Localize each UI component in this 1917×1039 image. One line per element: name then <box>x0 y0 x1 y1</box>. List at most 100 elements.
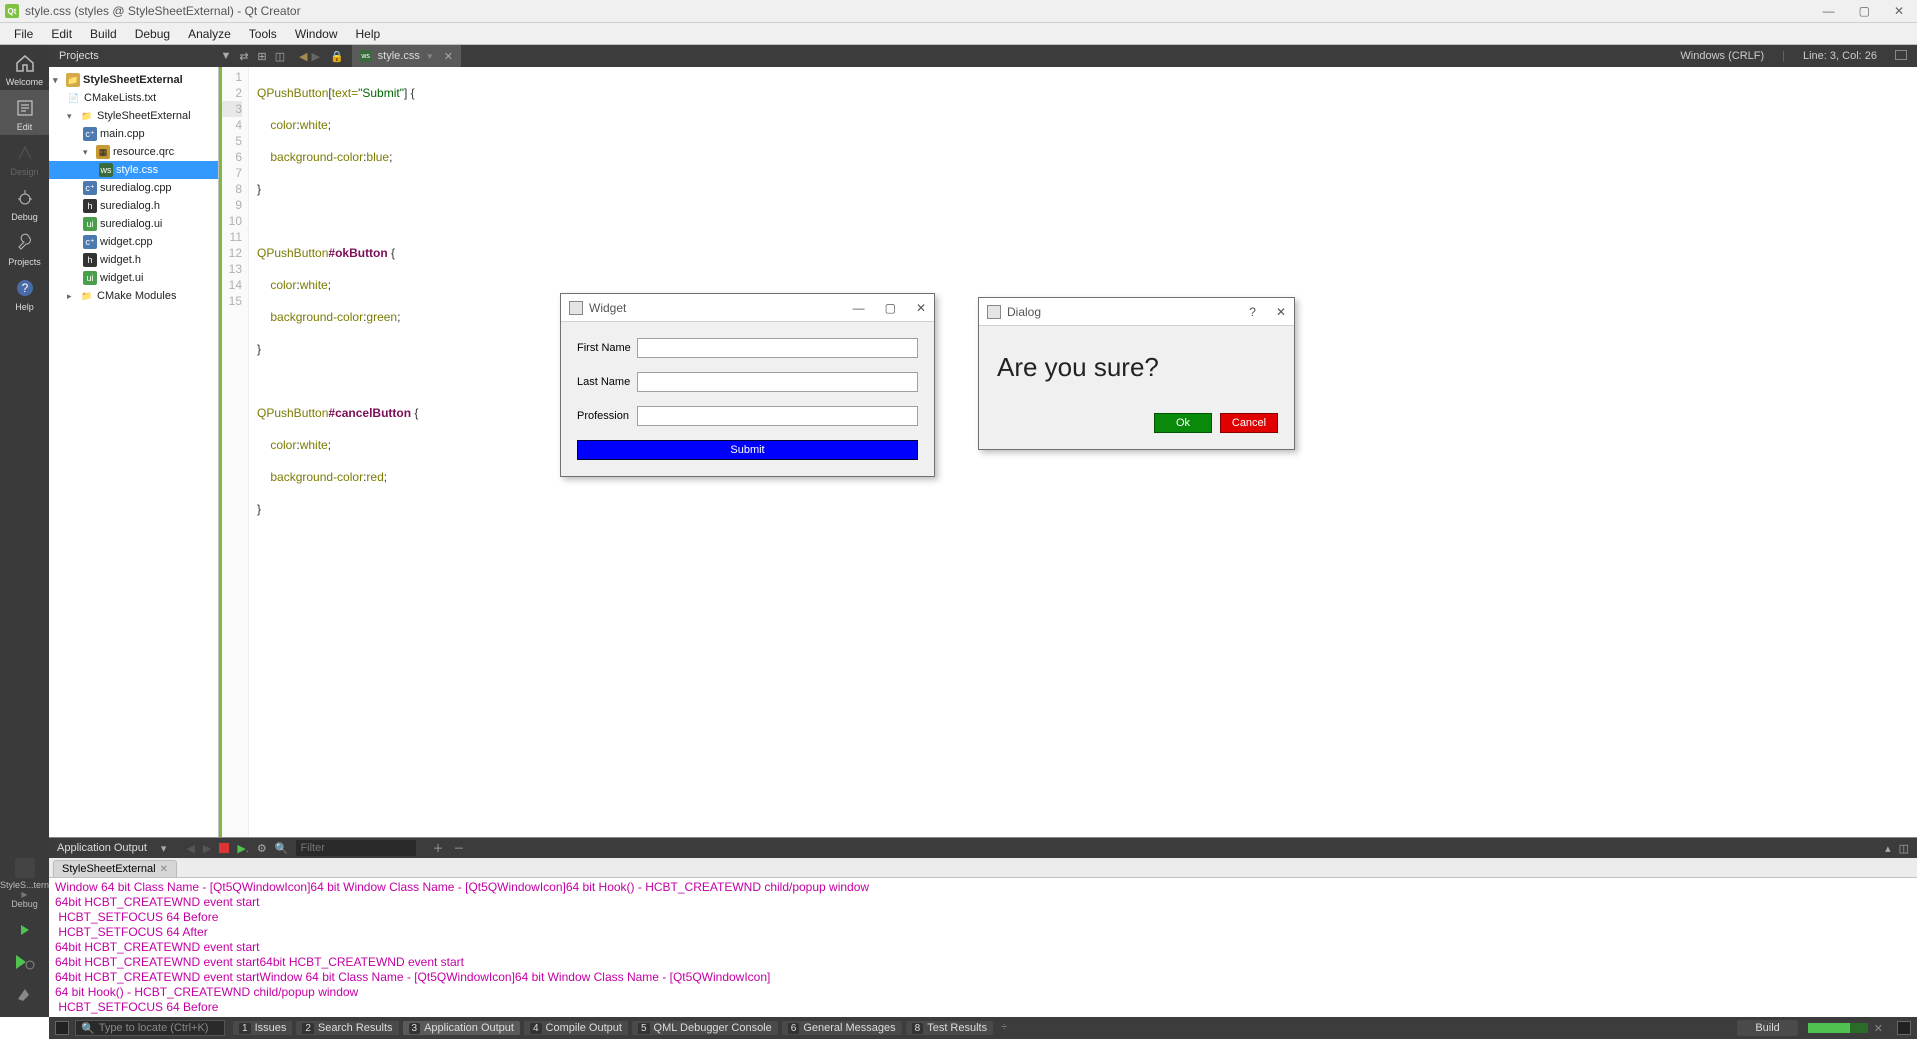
split-icon[interactable]: ◫ <box>273 50 287 63</box>
lock-icon[interactable]: 🔒 <box>326 50 348 63</box>
code-content[interactable]: QPushButton[text="Submit"] { color:white… <box>249 67 1917 837</box>
mode-welcome-label: Welcome <box>6 77 43 87</box>
menu-build[interactable]: Build <box>82 25 125 43</box>
mode-projects[interactable]: Projects <box>0 225 49 270</box>
pane-compile[interactable]: 4Compile Output <box>524 1021 628 1035</box>
pane-qml[interactable]: 5QML Debugger Console <box>632 1021 778 1035</box>
first-name-label: First Name <box>577 342 637 354</box>
mode-edit[interactable]: Edit <box>0 90 49 135</box>
minimize-button[interactable]: — <box>853 301 865 315</box>
mode-help[interactable]: ? Help <box>0 270 49 315</box>
cancel-button[interactable]: Cancel <box>1220 413 1278 433</box>
editor-tab-style[interactable]: ws style.css ▼ ✕ <box>352 45 461 67</box>
widget-titlebar[interactable]: Widget — ▢ ✕ <box>561 294 934 322</box>
tree-qrc[interactable]: ▾▦resource.qrc <box>49 143 218 161</box>
split-view-icon[interactable] <box>1895 50 1907 60</box>
cpp-file-icon: c⁺ <box>83 181 97 195</box>
tree-root[interactable]: ▾📁StyleSheetExternal <box>49 71 218 89</box>
mode-welcome[interactable]: Welcome <box>0 45 49 90</box>
panes-more-icon[interactable]: ÷ <box>997 1021 1011 1035</box>
locator-input[interactable]: 🔍 Type to locate (Ctrl+K) <box>75 1020 225 1036</box>
progress-close-icon[interactable]: ✕ <box>1874 1022 1883 1035</box>
tree-suredialog-cpp[interactable]: c⁺suredialog.cpp <box>49 179 218 197</box>
filter-icon[interactable]: ▼ <box>219 50 233 63</box>
mode-projects-label: Projects <box>8 257 41 267</box>
nav-fwd-icon[interactable]: ▶ <box>311 50 319 63</box>
maximize-button[interactable]: ▢ <box>1859 4 1870 18</box>
menu-file[interactable]: File <box>6 25 41 43</box>
profession-row: Profession <box>577 406 918 426</box>
menu-window[interactable]: Window <box>287 25 346 43</box>
output-dropdown-icon[interactable]: ▾ <box>161 842 167 855</box>
kit-selector[interactable]: StyleS...ternal ▶ Debug <box>0 854 49 913</box>
tab-dropdown-icon[interactable]: ▼ <box>426 52 434 61</box>
close-button[interactable]: ✕ <box>916 301 926 315</box>
tree-widget-cpp[interactable]: c⁺widget.cpp <box>49 233 218 251</box>
add-icon[interactable]: ⊞ <box>255 50 269 63</box>
run-button[interactable] <box>0 915 49 945</box>
collapse-icon[interactable]: ▴ <box>1885 842 1891 855</box>
tree-style-css[interactable]: wsstyle.css <box>49 161 218 179</box>
output-tab-stylesheet[interactable]: StyleSheetExternal ✕ <box>53 860 177 877</box>
tree-main-cpp[interactable]: c⁺main.cpp <box>49 125 218 143</box>
build-button[interactable] <box>0 979 49 1009</box>
encoding-label[interactable]: Windows (CRLF) <box>1680 50 1764 62</box>
bug-icon <box>12 186 38 210</box>
remove-output-icon[interactable]: － <box>453 840 464 856</box>
pane-search[interactable]: 2Search Results <box>296 1021 398 1035</box>
tree-suredialog-h[interactable]: hsuredialog.h <box>49 197 218 215</box>
add-output-icon[interactable]: ＋ <box>432 840 443 856</box>
tab-close-icon[interactable]: ✕ <box>444 50 453 63</box>
rerun-icon[interactable]: ▶. <box>237 842 249 855</box>
maximize-output-icon[interactable]: ◫ <box>1899 842 1909 855</box>
menu-tools[interactable]: Tools <box>241 25 285 43</box>
h-file-icon: h <box>83 199 97 213</box>
menu-analyze[interactable]: Analyze <box>180 25 239 43</box>
close-button[interactable]: ✕ <box>1894 4 1904 18</box>
menu-debug[interactable]: Debug <box>127 25 178 43</box>
dialog-titlebar[interactable]: Dialog ? ✕ <box>979 298 1294 326</box>
stop-icon[interactable] <box>219 843 229 853</box>
tree-suredialog-ui[interactable]: uisuredialog.ui <box>49 215 218 233</box>
cursor-position[interactable]: Line: 3, Col: 26 <box>1803 50 1877 62</box>
last-name-input[interactable] <box>637 372 918 392</box>
profession-input[interactable] <box>637 406 918 426</box>
link-icon[interactable]: ⇄ <box>237 50 251 63</box>
settings-icon[interactable]: ⚙ <box>257 842 267 855</box>
submit-button[interactable]: Submit <box>577 440 918 460</box>
output-filter-input[interactable] <box>296 840 416 856</box>
tree-cmake-modules[interactable]: ▸📁CMake Modules <box>49 287 218 305</box>
h-file-icon: h <box>83 253 97 267</box>
first-name-input[interactable] <box>637 338 918 358</box>
tab-close-icon[interactable]: ✕ <box>160 864 168 875</box>
menu-help[interactable]: Help <box>348 25 389 43</box>
mode-design: Design <box>0 135 49 180</box>
code-editor[interactable]: 123456789101112131415 QPushButton[text="… <box>219 67 1917 837</box>
pane-general[interactable]: 6General Messages <box>782 1021 902 1035</box>
run-debug-button[interactable] <box>0 947 49 977</box>
close-button[interactable]: ✕ <box>1276 305 1286 319</box>
tree-sub[interactable]: ▾📁StyleSheetExternal <box>49 107 218 125</box>
output-body[interactable]: Window 64 bit Class Name - [Qt5QWindowIc… <box>49 878 1917 1017</box>
minimize-button[interactable]: — <box>1823 4 1835 18</box>
last-name-row: Last Name <box>577 372 918 392</box>
pane-tests[interactable]: 8Test Results <box>906 1021 993 1035</box>
mode-debug[interactable]: Debug <box>0 180 49 225</box>
help-button[interactable]: ? <box>1249 305 1256 319</box>
sidebar-toggle-icon[interactable] <box>55 1021 69 1035</box>
cpp-file-icon: c⁺ <box>83 127 97 141</box>
maximize-button[interactable]: ▢ <box>885 301 896 315</box>
next-icon[interactable]: ▶ <box>203 842 211 855</box>
pane-issues[interactable]: 1Issues <box>233 1021 292 1035</box>
project-tree[interactable]: ▾📁StyleSheetExternal 📄CMakeLists.txt ▾📁S… <box>49 67 219 837</box>
right-sidebar-toggle-icon[interactable] <box>1897 1021 1911 1035</box>
build-button[interactable]: Build <box>1737 1020 1797 1036</box>
pane-app-output[interactable]: 3Application Output <box>403 1021 520 1035</box>
nav-back-icon[interactable]: ◀ <box>299 50 307 63</box>
tree-widget-h[interactable]: hwidget.h <box>49 251 218 269</box>
ok-button[interactable]: Ok <box>1154 413 1212 433</box>
tree-widget-ui[interactable]: uiwidget.ui <box>49 269 218 287</box>
tree-cmakelists[interactable]: 📄CMakeLists.txt <box>49 89 218 107</box>
prev-icon[interactable]: ◀ <box>186 842 194 855</box>
menu-edit[interactable]: Edit <box>43 25 80 43</box>
